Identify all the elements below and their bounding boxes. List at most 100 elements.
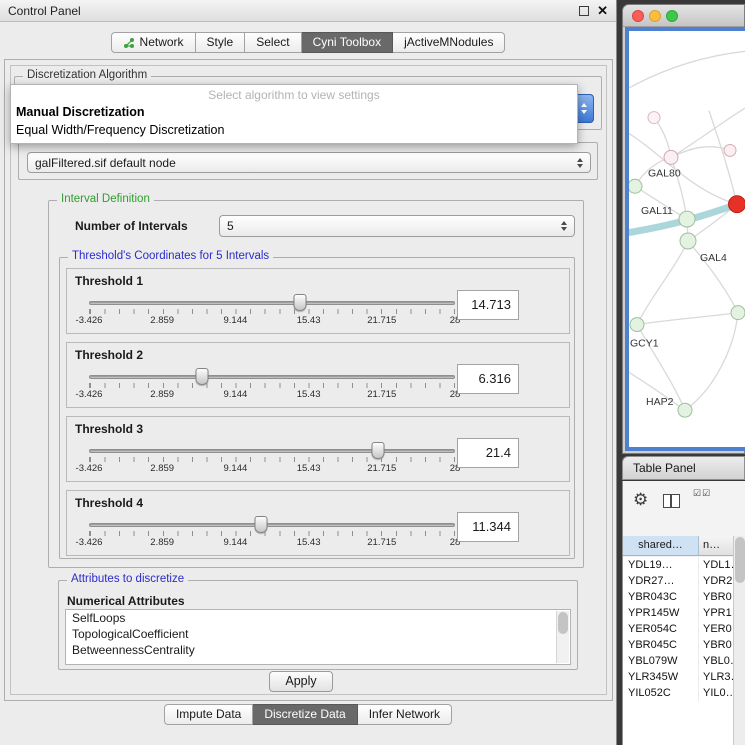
close-button[interactable] bbox=[632, 10, 644, 22]
list-item[interactable]: TopologicalCoefficient bbox=[66, 626, 570, 642]
node-label: GAL80 bbox=[648, 168, 681, 179]
tick-label: 21.715 bbox=[367, 315, 396, 326]
threshold-3-value-field[interactable]: 21.4 bbox=[457, 438, 519, 468]
slider-track[interactable] bbox=[89, 301, 455, 305]
tick-label: -3.426 bbox=[76, 315, 103, 326]
tick-label: 21.715 bbox=[367, 389, 396, 400]
table-data-combobox[interactable]: galFiltered.sif default node bbox=[27, 152, 591, 173]
network-canvas[interactable]: GAL80 GAL11 GAL4 GCY1 HAP2 bbox=[625, 27, 745, 451]
cell-shared-name: YPR145W bbox=[623, 605, 699, 621]
checkbox-icons[interactable]: ☑☑ bbox=[693, 489, 711, 498]
tab-infer-network[interactable]: Infer Network bbox=[358, 704, 452, 725]
network-node-hap2[interactable] bbox=[678, 403, 692, 417]
list-item[interactable]: SelfLoops bbox=[66, 610, 570, 626]
apply-button[interactable]: Apply bbox=[269, 671, 333, 692]
table-row[interactable]: YPR145WYPR1… bbox=[623, 605, 733, 621]
slider-tick-labels: -3.426 2.859 9.144 15.43 21.715 28 bbox=[89, 463, 455, 475]
table-row[interactable]: YER054CYER0… bbox=[623, 621, 733, 637]
gear-icon[interactable]: ⚙ bbox=[633, 490, 648, 510]
network-node-gal80[interactable] bbox=[664, 150, 678, 164]
tick-label: 2.859 bbox=[150, 537, 174, 548]
cell-name: YPR1… bbox=[699, 605, 733, 621]
tab-label: Network bbox=[140, 33, 184, 52]
dropdown-option-manual[interactable]: Manual Discretization bbox=[11, 103, 577, 121]
table-row[interactable]: YBL079WYBL0… bbox=[623, 653, 733, 669]
number-of-intervals-combobox[interactable]: 5 bbox=[219, 215, 575, 237]
scrollbar-thumb[interactable] bbox=[735, 537, 745, 583]
float-window-icon[interactable] bbox=[579, 6, 589, 16]
cell-name: YER0… bbox=[699, 621, 733, 637]
table-header: shared… n… bbox=[623, 536, 733, 556]
threshold-4-value-field[interactable]: 11.344 bbox=[457, 512, 519, 542]
slider-track[interactable] bbox=[89, 449, 455, 453]
table-data-group: Table Data galFiltered.sif default node bbox=[18, 142, 598, 180]
network-window-titlebar bbox=[623, 5, 744, 27]
attributes-group-title: Attributes to discretize bbox=[67, 573, 188, 585]
network-graph: GAL80 GAL11 GAL4 GCY1 HAP2 bbox=[629, 31, 745, 447]
algorithm-group-title: Discretization Algorithm bbox=[23, 69, 151, 81]
node-labels: GAL80 GAL11 GAL4 GCY1 HAP2 bbox=[630, 168, 727, 408]
threshold-4-slider[interactable]: -3.426 2.859 9.144 15.43 21.715 28 bbox=[89, 515, 455, 555]
slider-track[interactable] bbox=[89, 523, 455, 527]
slider-track[interactable] bbox=[89, 375, 455, 379]
threshold-1-label: Threshold 1 bbox=[75, 274, 143, 288]
tab-label: Impute Data bbox=[176, 705, 241, 724]
table-row[interactable]: YIL052CYIL0… bbox=[623, 685, 733, 701]
network-node-gcy1[interactable] bbox=[630, 318, 644, 332]
table-row[interactable]: YBR043CYBR0… bbox=[623, 589, 733, 605]
table-scrollbar[interactable] bbox=[733, 536, 745, 745]
scrollbar-thumb[interactable] bbox=[558, 612, 568, 634]
network-node-gal4[interactable] bbox=[680, 233, 696, 249]
threshold-2-value-field[interactable]: 6.316 bbox=[457, 364, 519, 394]
dropdown-arrows-icon[interactable] bbox=[571, 158, 583, 168]
tick-label: -3.426 bbox=[76, 389, 103, 400]
network-node[interactable] bbox=[648, 112, 660, 124]
tick-label: 9.144 bbox=[224, 537, 248, 548]
zoom-button[interactable] bbox=[666, 10, 678, 22]
threshold-3-panel: Threshold 3 -3.426 2.859 9.144 15.43 21.… bbox=[66, 416, 570, 482]
tab-impute-data[interactable]: Impute Data bbox=[164, 704, 253, 725]
threshold-1-value-field[interactable]: 14.713 bbox=[457, 290, 519, 320]
minimize-button[interactable] bbox=[649, 10, 661, 22]
tab-network[interactable]: Network bbox=[111, 32, 196, 53]
tab-jactivemnodules[interactable]: jActiveMNodules bbox=[393, 32, 505, 53]
close-icon[interactable]: ✕ bbox=[597, 2, 608, 20]
column-header-name[interactable]: n… bbox=[699, 536, 733, 555]
cell-shared-name: YER054C bbox=[623, 621, 699, 637]
columns-icon[interactable] bbox=[663, 494, 680, 508]
dropdown-option-equal-width[interactable]: Equal Width/Frequency Discretization bbox=[11, 121, 577, 139]
threshold-1-slider[interactable]: -3.426 2.859 9.144 15.43 21.715 28 bbox=[89, 293, 455, 333]
tab-discretize-data[interactable]: Discretize Data bbox=[253, 704, 357, 725]
table-row[interactable]: YDR27…YDR2… bbox=[623, 573, 733, 589]
network-nodes bbox=[629, 112, 745, 418]
network-node-gal11[interactable] bbox=[679, 211, 695, 227]
network-node[interactable] bbox=[731, 306, 745, 320]
cell-name: YDL1… bbox=[699, 557, 733, 573]
cell-name: YBR0… bbox=[699, 637, 733, 653]
table-row[interactable]: YLR345WYLR3… bbox=[623, 669, 733, 685]
table-row[interactable]: YBR045CYBR0… bbox=[623, 637, 733, 653]
slider-tick-labels: -3.426 2.859 9.144 15.43 21.715 28 bbox=[89, 315, 455, 327]
threshold-2-slider[interactable]: -3.426 2.859 9.144 15.43 21.715 28 bbox=[89, 367, 455, 407]
tick-label: 9.144 bbox=[224, 315, 248, 326]
network-node-selected-red[interactable] bbox=[729, 196, 745, 213]
tab-style[interactable]: Style bbox=[196, 32, 246, 53]
dropdown-arrows-icon[interactable] bbox=[555, 221, 567, 231]
cell-name: YBL0… bbox=[699, 653, 733, 669]
list-item[interactable]: BetweennessCentrality bbox=[66, 642, 570, 658]
network-node[interactable] bbox=[724, 144, 736, 156]
list-scrollbar[interactable] bbox=[556, 611, 569, 663]
tab-label: Discretize Data bbox=[264, 705, 345, 724]
column-header-shared-name[interactable]: shared… bbox=[623, 536, 699, 555]
tick-label: -3.426 bbox=[76, 463, 103, 474]
interval-definition-title: Interval Definition bbox=[57, 193, 154, 205]
table-body: YDL19…YDL1… YDR27…YDR2… YBR043CYBR0… YPR… bbox=[623, 557, 733, 745]
cell-shared-name: YBR045C bbox=[623, 637, 699, 653]
bottom-tab-bar: Impute Data Discretize Data Infer Networ… bbox=[0, 704, 616, 725]
tab-label: Select bbox=[256, 33, 289, 52]
tab-cyni-toolbox[interactable]: Cyni Toolbox bbox=[302, 32, 393, 53]
tab-select[interactable]: Select bbox=[245, 32, 301, 53]
network-node[interactable] bbox=[629, 179, 642, 193]
threshold-3-slider[interactable]: -3.426 2.859 9.144 15.43 21.715 28 bbox=[89, 441, 455, 481]
table-row[interactable]: YDL19…YDL1… bbox=[623, 557, 733, 573]
